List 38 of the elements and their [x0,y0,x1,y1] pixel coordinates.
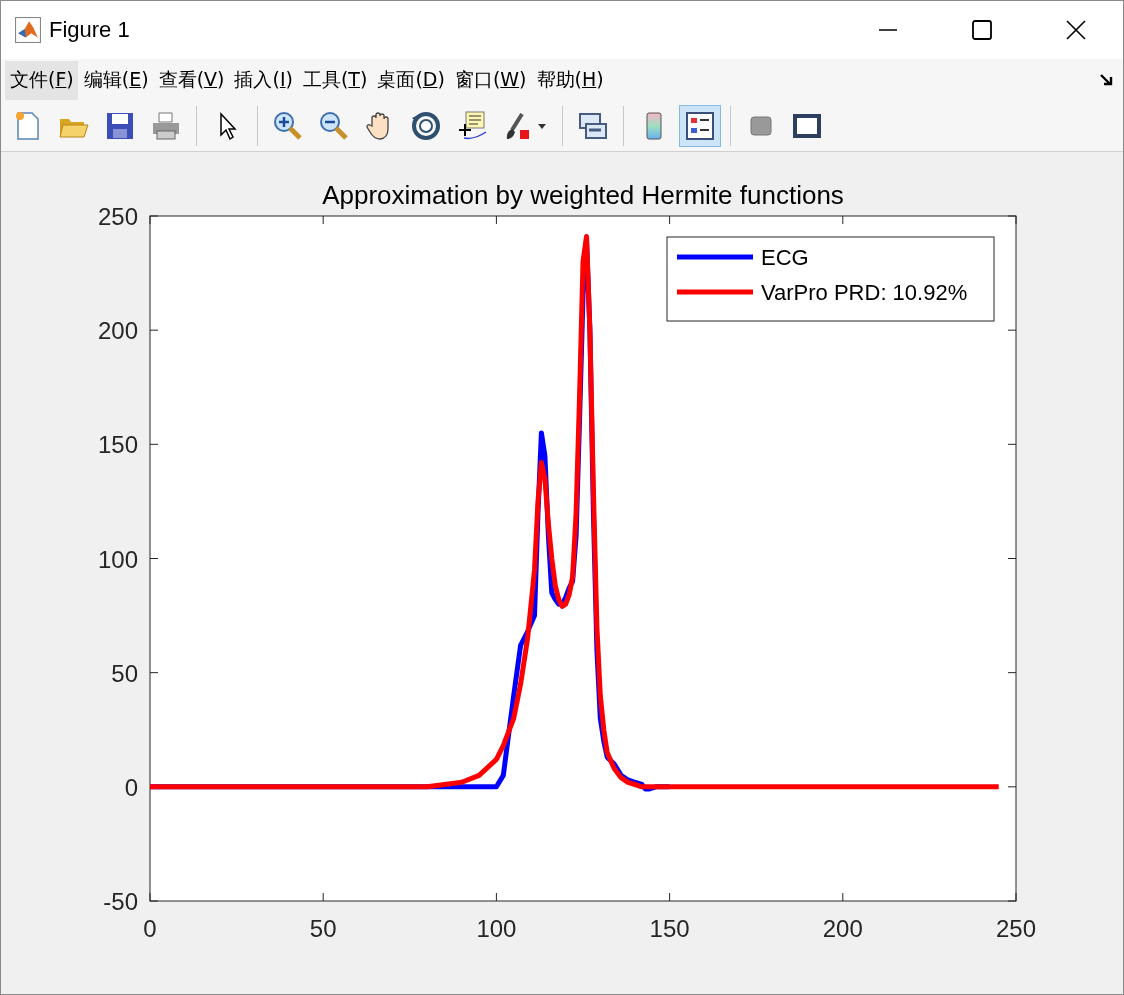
x-tick-label: 250 [996,915,1036,942]
legend-icon [684,110,716,142]
window-title: Figure 1 [49,17,130,43]
matlab-logo-icon [15,17,41,43]
x-tick-label: 150 [649,915,690,942]
legend-tool-button[interactable] [679,105,721,147]
link-icon [577,110,609,142]
x-tick-label: 200 [822,915,863,942]
menu-item[interactable]: 插入(I) [229,60,297,100]
x-tick-label: 0 [143,915,157,942]
menu-item[interactable]: 查看(V) [153,60,229,100]
chart-title: Approximation by weighted Hermite functions [322,180,844,210]
maximize-icon [971,19,993,41]
y-tick-label: 100 [97,545,138,573]
menu-item[interactable]: 文件(F) [5,60,78,100]
rotate-icon [410,110,442,142]
legend-label: VarPro PRD: 10.92% [761,280,968,305]
y-tick-label: 0 [124,773,138,801]
dock-arrow-icon[interactable] [1099,72,1115,88]
zoom-out-icon [318,110,350,142]
menu-item[interactable]: 桌面(D) [372,60,449,100]
y-tick-label: 200 [97,317,138,345]
legend-label: ECG [761,245,809,270]
close-icon [1065,19,1087,41]
data-tip-icon [456,110,488,142]
x-tick-label: 100 [476,915,517,942]
y-tick-label: 150 [97,431,138,459]
menu-item[interactable]: 编辑(E) [78,60,153,100]
y-tick-label: -50 [103,888,138,915]
zoom-in-icon [272,110,304,142]
menu-item[interactable]: 窗口(W) [449,60,531,100]
menu-item[interactable]: 工具(T) [297,60,372,100]
printer-icon [150,110,182,142]
y-tick-label: 50 [111,659,138,687]
menu-item[interactable]: 帮助(H) [531,60,608,100]
x-tick-label: 50 [309,915,337,942]
minimize-icon [879,29,897,31]
y-tick-label: 250 [97,203,138,230]
